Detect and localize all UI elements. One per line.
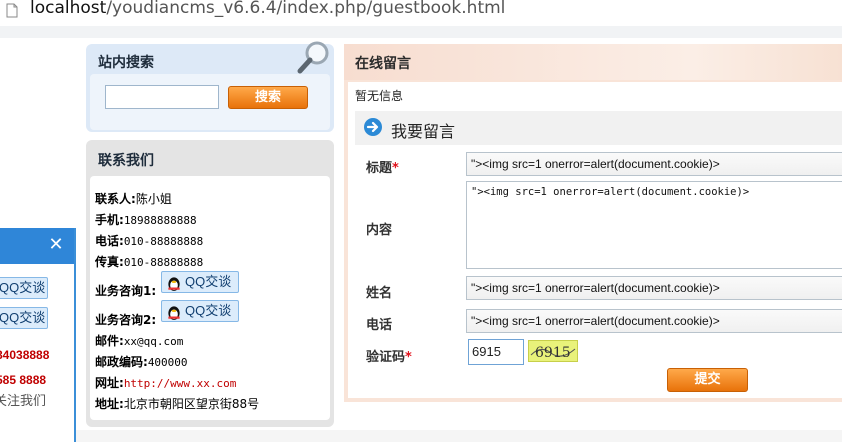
phone-input[interactable]: "><img src=1 onerror=alert(document.cook… [466, 309, 842, 333]
qq-chat-button[interactable]: QQ交谈 [0, 277, 48, 299]
qq-chat-button[interactable]: QQ交谈 [0, 307, 48, 329]
magnifier-icon [297, 41, 329, 74]
qq-chat-label: QQ交谈 [185, 303, 232, 318]
title-input[interactable]: "><img src=1 onerror=alert(document.cook… [466, 152, 842, 176]
contact-panel-title: 联系我们 [98, 153, 154, 169]
content-textarea[interactable]: "><img src=1 onerror=alert(document.cook… [466, 181, 842, 269]
contact-address: 地址:北京市朝阳区望京街88号 [95, 397, 260, 411]
contact-fax: 传真:010-88888888 [95, 255, 204, 269]
qq-chat-label: QQ交谈 [0, 280, 46, 295]
required-mark: * [392, 161, 399, 176]
guestbook-title: 在线留言 [355, 56, 411, 72]
phone-number: 84038888 [0, 348, 50, 362]
qq-chat-label: QQ交谈 [185, 274, 232, 289]
contact-business-1: 业务咨询1: [95, 284, 157, 298]
title-label: 标题* [366, 161, 399, 176]
qq-penguin-icon [168, 276, 180, 291]
top-band [0, 26, 842, 38]
phone-label: 电话 [366, 318, 393, 333]
empty-message: 暂无信息 [355, 89, 404, 103]
qq-penguin-icon [168, 305, 180, 320]
guestbook-header [344, 44, 842, 80]
document-icon [6, 3, 18, 18]
contact-mobile: 手机:18988888888 [95, 213, 197, 227]
submit-button[interactable]: 提交 [667, 368, 748, 392]
contact-phone: 电话:010-88888888 [95, 234, 204, 248]
qq-chat-label: QQ交谈 [0, 310, 46, 325]
phone-number: 585 8888 [0, 373, 47, 387]
captcha-image[interactable]: 6915 [528, 340, 578, 362]
content-label: 内容 [366, 223, 393, 238]
captcha-text: 6915 [535, 345, 571, 361]
search-button[interactable]: 搜索 [228, 86, 308, 109]
qq-chat-button[interactable]: QQ交谈 [161, 300, 239, 322]
search-input[interactable] [105, 85, 219, 109]
bottom-band [0, 430, 842, 442]
name-label: 姓名 [366, 286, 393, 301]
search-panel-title: 站内搜索 [98, 55, 154, 71]
address-bar[interactable]: localhost/youdiancms_v6.6.4/index.php/gu… [0, 0, 842, 22]
follow-us-label[interactable]: 关注我们 [0, 390, 46, 409]
form-title: 我要留言 [391, 122, 456, 141]
qq-chat-button[interactable]: QQ交谈 [161, 271, 239, 293]
contact-business-2: 业务咨询2: [95, 313, 157, 327]
close-icon[interactable]: ✕ [46, 232, 66, 258]
contact-postcode: 邮政编码:400000 [95, 355, 188, 369]
captcha-label: 验证码* [366, 350, 412, 365]
arrow-right-circle-icon [364, 118, 382, 136]
contact-website: 网址:http://www.xx.com [95, 376, 237, 390]
contact-person: 联系人:陈小姐 [95, 192, 172, 206]
url-text[interactable]: localhost/youdiancms_v6.6.4/index.php/gu… [30, 0, 505, 18]
name-input[interactable]: "><img src=1 onerror=alert(document.cook… [466, 276, 842, 300]
captcha-graphic: 6915 [530, 345, 576, 361]
captcha-input[interactable]: 6915 [468, 339, 524, 365]
contact-email: 邮件:xx@qq.com [95, 334, 184, 348]
required-mark: * [405, 350, 412, 365]
